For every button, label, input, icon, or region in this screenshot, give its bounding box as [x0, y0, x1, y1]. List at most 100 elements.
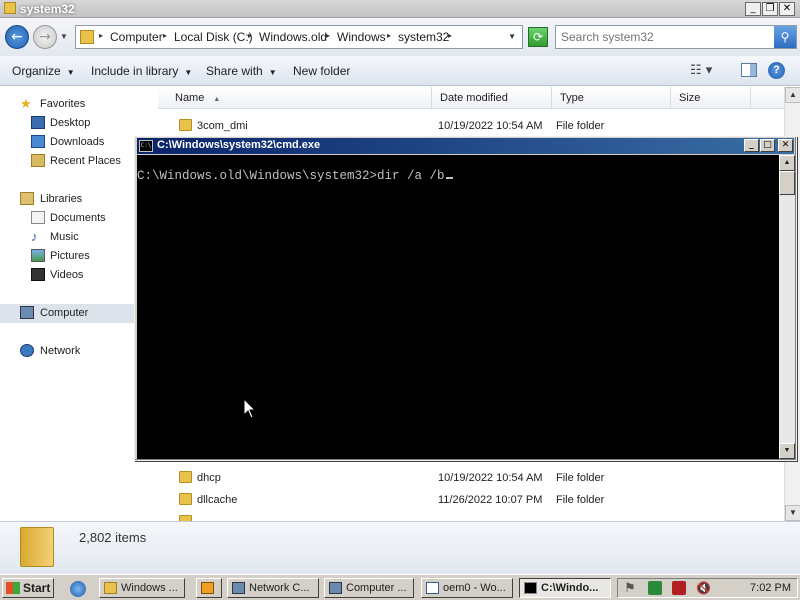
minimize-button[interactable]: _ — [744, 139, 759, 152]
document-icon — [426, 582, 439, 594]
file-date: 10/19/2022 10:54 AM — [438, 472, 543, 484]
close-button[interactable]: ✕ — [779, 2, 795, 16]
column-header-name[interactable]: Name ▲ — [167, 87, 432, 109]
include-in-library-button[interactable]: Include in library ▼ — [91, 64, 192, 78]
forward-button[interactable]: → — [33, 25, 57, 49]
action-center-flag-icon[interactable]: ⚑ — [624, 581, 638, 595]
system-tray: ⚑ 🔇 7:02 PM — [617, 578, 798, 598]
organize-button[interactable]: Organize ▼ — [12, 64, 75, 78]
minimize-button[interactable]: _ — [745, 2, 761, 16]
file-date: 10/19/2022 10:54 AM — [438, 120, 543, 132]
scroll-up-icon[interactable]: ▲ — [779, 155, 795, 171]
breadcrumb-system32[interactable]: system32 — [398, 30, 449, 44]
chevron-right-icon[interactable]: ▸ — [326, 31, 330, 40]
search-input[interactable] — [561, 29, 771, 45]
media-player-icon — [201, 582, 214, 594]
scroll-down-icon[interactable]: ▼ — [785, 505, 800, 521]
nav-label: Favorites — [40, 98, 86, 110]
security-shield-icon[interactable] — [648, 581, 662, 595]
explorer-titlebar[interactable]: system32 _ ❐ ✕ — [0, 0, 800, 18]
nav-label: Documents — [50, 212, 106, 224]
file-row[interactable]: dhcp 10/19/2022 10:54 AM File folder — [158, 467, 784, 489]
network-icon — [232, 582, 245, 594]
console-icon: C:\ — [139, 140, 153, 152]
search-box[interactable]: ⚲ — [555, 25, 797, 49]
task-label: Network C... — [249, 582, 310, 594]
task-label: oem0 - Wo... — [443, 582, 506, 594]
internet-explorer-icon[interactable] — [70, 581, 86, 597]
file-type: File folder — [556, 494, 605, 506]
chevron-right-icon[interactable]: ▸ — [99, 31, 103, 40]
search-icon[interactable]: ⚲ — [774, 26, 796, 48]
folder-icon — [104, 582, 117, 594]
new-folder-button[interactable]: New folder — [293, 64, 350, 78]
file-row[interactable]: 3com_dmi 10/19/2022 10:54 AM File folder — [158, 115, 784, 137]
column-header-date[interactable]: Date modified — [432, 87, 552, 109]
file-row[interactable] — [158, 511, 784, 521]
refresh-icon[interactable]: ⟳ — [528, 27, 548, 47]
nav-label: Downloads — [50, 136, 105, 148]
breadcrumb-windows-old[interactable]: Windows.old — [259, 30, 327, 44]
task-network-connections[interactable]: Network C... — [227, 578, 319, 598]
task-cmd[interactable]: C:\Windo... — [519, 578, 611, 598]
sort-ascending-icon: ▲ — [213, 96, 221, 103]
address-bar[interactable]: ▸ Computer ▸ Local Disk (C:) ▸ Windows.o… — [75, 25, 523, 49]
chevron-down-icon: ▼ — [184, 68, 193, 77]
taskbar: Start Windows ... Network C... Computer … — [0, 574, 800, 600]
chevron-right-icon[interactable]: ▸ — [387, 31, 391, 40]
network-status-icon[interactable] — [672, 581, 686, 595]
restore-button[interactable]: ❐ — [762, 2, 778, 16]
maximize-button[interactable]: □ — [760, 139, 775, 152]
nav-item-favorites[interactable]: ★ Favorites — [0, 95, 158, 114]
windows-logo-icon — [6, 582, 20, 594]
desktop-icon — [31, 116, 45, 129]
task-windows-explorer[interactable]: Windows ... — [99, 578, 185, 598]
nav-item-desktop[interactable]: Desktop — [0, 114, 158, 133]
change-view-icon[interactable]: ☷ ▾ — [690, 63, 712, 78]
scroll-up-icon[interactable]: ▲ — [785, 87, 800, 103]
scroll-down-icon[interactable]: ▼ — [779, 443, 795, 459]
console-output[interactable]: C:\Windows.old\Windows\system32>dir /a /… — [137, 155, 779, 459]
task-label: Windows ... — [121, 582, 178, 594]
videos-icon — [31, 268, 45, 281]
share-with-button[interactable]: Share with ▼ — [206, 64, 277, 78]
chevron-right-icon[interactable]: ▸ — [248, 31, 252, 40]
preview-pane-icon[interactable] — [741, 63, 757, 77]
console-icon — [524, 582, 537, 594]
folder-icon — [179, 471, 192, 483]
column-header-type[interactable]: Type — [552, 87, 671, 109]
task-media[interactable] — [196, 578, 222, 598]
help-icon[interactable]: ? — [768, 62, 785, 79]
column-headers: Name ▲ Date modified Type Size — [158, 87, 784, 109]
chevron-right-icon[interactable]: ▸ — [163, 31, 167, 40]
breadcrumb-windows[interactable]: Windows — [337, 30, 386, 44]
back-button[interactable]: ← — [5, 25, 29, 49]
scroll-thumb[interactable] — [779, 171, 795, 195]
cmd-titlebar[interactable]: C:\ C:\Windows\system32\cmd.exe _ □ ✕ — [137, 138, 794, 154]
clock[interactable]: 7:02 PM — [750, 582, 791, 594]
organize-label: Organize — [12, 64, 61, 78]
recent-pages-dropdown[interactable]: ▼ — [60, 32, 68, 41]
nav-label: Music — [50, 231, 79, 243]
include-in-library-label: Include in library — [91, 64, 179, 78]
folder-icon — [4, 2, 16, 14]
address-history-dropdown[interactable]: ▼ — [508, 32, 516, 41]
close-button[interactable]: ✕ — [778, 139, 793, 152]
column-header-size[interactable]: Size — [671, 87, 751, 109]
recent-places-icon — [31, 154, 45, 167]
chevron-right-icon[interactable]: ▸ — [448, 31, 452, 40]
task-label: C:\Windo... — [541, 582, 599, 594]
file-row[interactable]: dllcache 11/26/2022 10:07 PM File folder — [158, 489, 784, 511]
file-name: 3com_dmi — [197, 120, 248, 132]
volume-muted-icon[interactable]: 🔇 — [696, 581, 711, 595]
folder-icon — [179, 119, 192, 131]
task-computer[interactable]: Computer ... — [324, 578, 414, 598]
task-wordpad[interactable]: oem0 - Wo... — [421, 578, 513, 598]
breadcrumb-computer[interactable]: Computer — [110, 30, 163, 44]
console-scrollbar[interactable]: ▲ ▼ — [779, 155, 795, 459]
nav-label: Computer — [40, 307, 89, 319]
start-button[interactable]: Start — [2, 578, 54, 598]
network-icon — [20, 344, 34, 357]
folder-icon — [179, 493, 192, 505]
breadcrumb-local-disk[interactable]: Local Disk (C:) — [174, 30, 253, 44]
